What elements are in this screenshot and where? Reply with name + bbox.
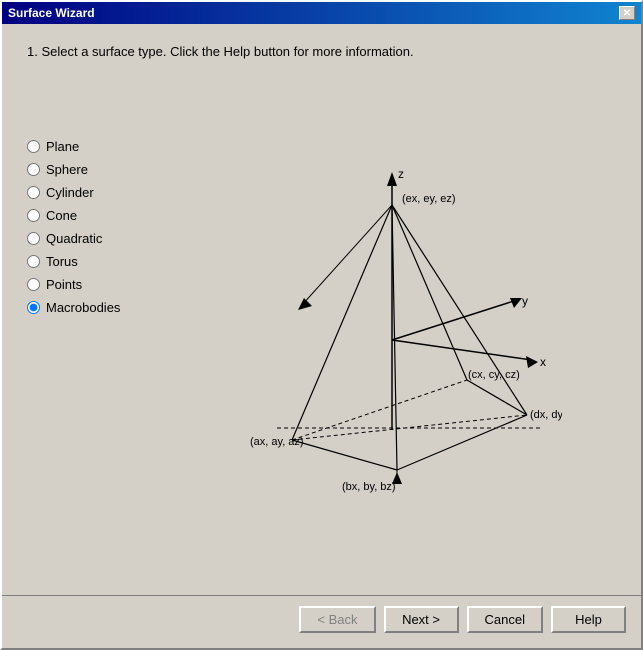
radio-quadratic-label: Quadratic (46, 231, 102, 246)
cx-cy-cz-label: (cx, cy, cz) (468, 369, 520, 381)
radio-macrobodies-label: Macrobodies (46, 300, 120, 315)
radio-cylinder-label: Cylinder (46, 185, 94, 200)
svg-text:z: z (398, 167, 404, 181)
radio-plane-input[interactable] (27, 140, 40, 153)
radio-sphere-input[interactable] (27, 163, 40, 176)
next-button[interactable]: Next > (384, 606, 459, 633)
svg-text:x: x (540, 355, 546, 369)
radio-cone-label: Cone (46, 208, 77, 223)
title-bar: Surface Wizard ✕ (2, 2, 641, 24)
ex-ey-ez-label: (ex, ey, ez) (402, 193, 456, 205)
radio-plane[interactable]: Plane (27, 139, 157, 154)
radio-points-input[interactable] (27, 278, 40, 291)
help-button[interactable]: Help (551, 606, 626, 633)
cancel-button[interactable]: Cancel (467, 606, 543, 633)
macrobodies-diagram: z y x (222, 150, 562, 510)
diagram-area: z y x (167, 79, 616, 580)
content-area: 1. Select a surface type. Click the Help… (2, 24, 641, 590)
radio-macrobodies-input[interactable] (27, 301, 40, 314)
main-window: Surface Wizard ✕ 1. Select a surface typ… (0, 0, 643, 650)
surface-type-group: Plane Sphere Cylinder Cone Quadratic (27, 79, 157, 580)
radio-torus[interactable]: Torus (27, 254, 157, 269)
window-title: Surface Wizard (8, 6, 95, 20)
radio-cone-input[interactable] (27, 209, 40, 222)
bx-by-bz-label: (bx, by, bz) (342, 481, 396, 493)
radio-quadratic-input[interactable] (27, 232, 40, 245)
ax-ay-az-label: (ax, ay, az) (250, 436, 304, 448)
instruction-text: 1. Select a surface type. Click the Help… (27, 44, 616, 59)
radio-cylinder[interactable]: Cylinder (27, 185, 157, 200)
radio-torus-input[interactable] (27, 255, 40, 268)
radio-quadratic[interactable]: Quadratic (27, 231, 157, 246)
main-area: Plane Sphere Cylinder Cone Quadratic (27, 79, 616, 580)
radio-cone[interactable]: Cone (27, 208, 157, 223)
radio-points[interactable]: Points (27, 277, 157, 292)
radio-macrobodies[interactable]: Macrobodies (27, 300, 157, 315)
radio-plane-label: Plane (46, 139, 79, 154)
radio-torus-label: Torus (46, 254, 78, 269)
svg-text:y: y (522, 294, 528, 308)
radio-sphere[interactable]: Sphere (27, 162, 157, 177)
radio-points-label: Points (46, 277, 82, 292)
footer: < Back Next > Cancel Help (2, 595, 641, 648)
close-button[interactable]: ✕ (619, 6, 635, 20)
back-button[interactable]: < Back (299, 606, 375, 633)
radio-cylinder-input[interactable] (27, 186, 40, 199)
radio-sphere-label: Sphere (46, 162, 88, 177)
dx-dy-dz-label: (dx, dy, dz) (530, 409, 562, 421)
